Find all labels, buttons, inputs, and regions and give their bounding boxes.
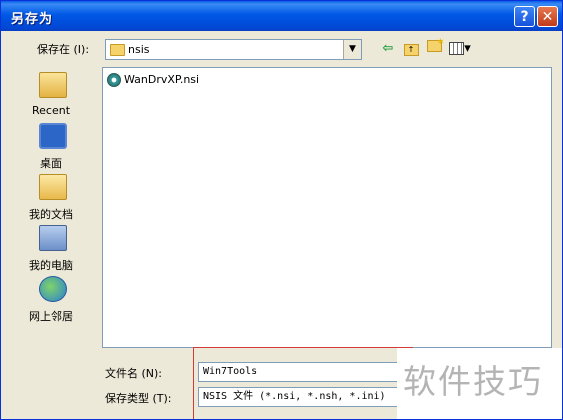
filetype-label: 保存类型 (T): [105,392,172,405]
chevron-down-icon[interactable]: ▼ [343,40,361,59]
nsi-file-icon [107,73,121,87]
place-label: 我的电脑 [29,259,73,272]
save-in-label: 保存在 (I): [37,43,90,56]
title-bar[interactable]: 另存为 ? ✕ [1,1,562,31]
watermark-text: 软件技巧 [403,362,543,401]
network-places-icon [39,276,67,302]
place-network[interactable]: 网上邻居 [5,276,97,326]
my-computer-icon [39,225,67,251]
views-arrow-icon: ▾ [464,41,471,56]
desktop-icon [39,123,67,149]
recent-folder-icon [39,72,67,98]
up-folder-icon[interactable]: ↑ [402,40,420,58]
back-arrow-icon[interactable]: ⇦ [379,40,397,58]
place-label: 网上邻居 [29,310,73,323]
place-my-documents[interactable]: 我的文档 [5,174,97,224]
place-my-computer[interactable]: 我的电脑 [5,225,97,275]
places-bar: Recent 桌面 我的文档 我的电脑 网上邻居 [5,67,97,329]
annotation-highlight-box [193,347,413,419]
save-as-dialog: 另存为 ? ✕ 保存在 (I): nsis ▼ ⇦ ↑ ✶ ▾ Recent 桌… [0,0,563,420]
place-desktop[interactable]: 桌面 [5,123,97,173]
help-button[interactable]: ? [514,6,535,27]
filename-label: 文件名 (N): [105,367,163,380]
folder-icon [110,44,125,56]
file-list[interactable]: WanDrvXP.nsi [102,67,552,348]
file-name: WanDrvXP.nsi [124,73,200,86]
place-label: Recent [31,104,71,117]
place-label: 桌面 [40,157,62,170]
new-folder-icon[interactable]: ✶ [425,37,445,58]
place-label: 我的文档 [29,208,73,221]
window-title: 另存为 [11,12,54,27]
save-in-value: nsis [128,43,150,56]
place-recent[interactable]: Recent [5,72,97,122]
views-menu-icon[interactable]: ▾ [448,40,472,58]
close-button[interactable]: ✕ [537,6,558,27]
save-in-combobox[interactable]: nsis ▼ [105,39,362,60]
my-documents-icon [39,174,67,200]
